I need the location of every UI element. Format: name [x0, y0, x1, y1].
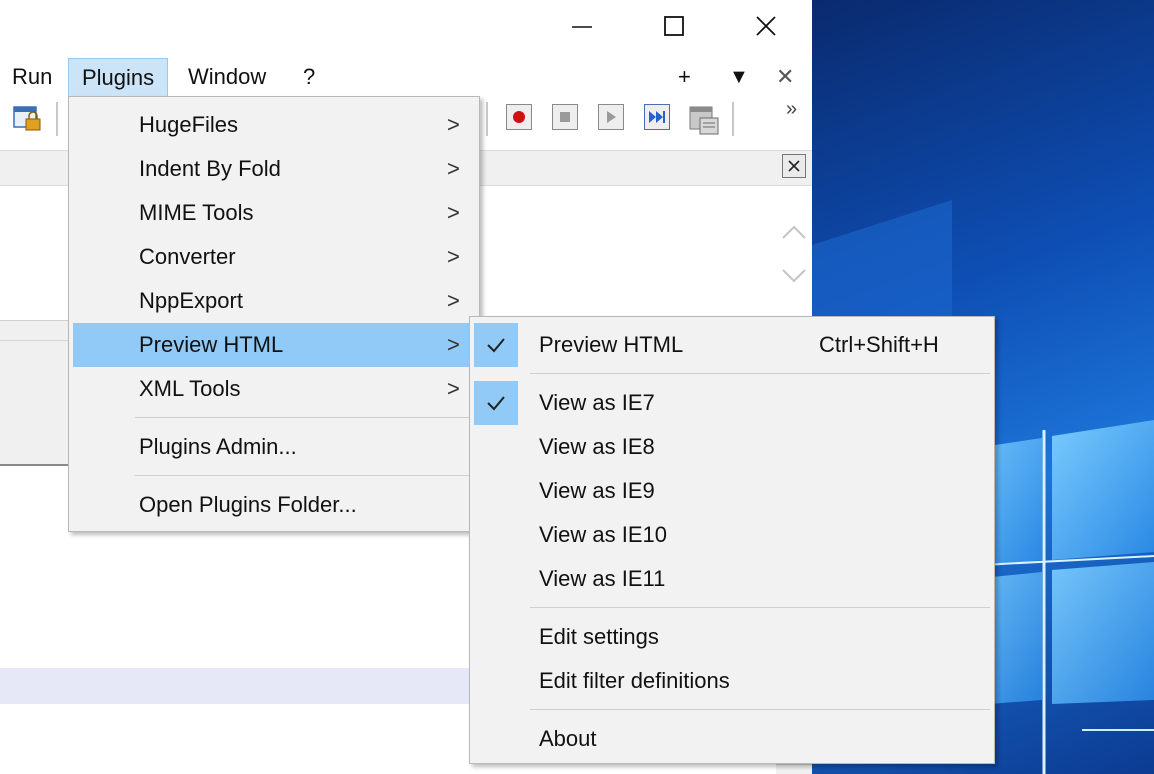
toolbar-separator: [56, 102, 58, 136]
close-icon: [787, 159, 801, 173]
menu-plugins[interactable]: Plugins: [68, 58, 168, 98]
menu-item-hugefiles[interactable]: HugeFiles >: [73, 103, 475, 147]
stop-recording-icon[interactable]: [552, 104, 578, 130]
tab-list-button[interactable]: ▼: [729, 58, 749, 96]
new-tab-button[interactable]: +: [678, 58, 691, 96]
menu-separator: [530, 709, 990, 710]
submenu-arrow-icon: >: [447, 367, 460, 411]
maximize-button[interactable]: [628, 0, 720, 52]
menu-item-view-ie9[interactable]: View as IE9: [474, 469, 990, 513]
menu-item-label: Indent By Fold: [139, 147, 281, 191]
chevron-up-icon: [781, 224, 807, 240]
minimize-button[interactable]: [536, 0, 628, 52]
menu-item-preview-html-toggle[interactable]: Preview HTML Ctrl+Shift+H: [474, 323, 990, 367]
menu-item-label: NppExport: [139, 279, 243, 323]
preview-html-submenu: Preview HTML Ctrl+Shift+H View as IE7 Vi…: [469, 316, 995, 764]
plugins-menu: HugeFiles > Indent By Fold > MIME Tools …: [68, 96, 480, 532]
menu-item-edit-filter-definitions[interactable]: Edit filter definitions: [474, 659, 990, 703]
menu-item-label: About: [539, 717, 597, 761]
chevron-down-icon: [781, 268, 807, 284]
submenu-arrow-icon: >: [447, 279, 460, 323]
submenu-arrow-icon: >: [447, 147, 460, 191]
menu-item-mime-tools[interactable]: MIME Tools >: [73, 191, 475, 235]
menu-item-label: Open Plugins Folder...: [139, 483, 357, 527]
menu-item-view-ie11[interactable]: View as IE11: [474, 557, 990, 601]
menu-item-label: XML Tools: [139, 367, 241, 411]
playback-icon[interactable]: [598, 104, 624, 130]
current-line-highlight: [0, 668, 472, 704]
checkmark-icon: [474, 323, 518, 367]
panel-close-button[interactable]: [782, 154, 806, 178]
shortcut-label: Ctrl+Shift+H: [819, 323, 939, 367]
menu-item-preview-html[interactable]: Preview HTML >: [73, 323, 475, 367]
submenu-arrow-icon: >: [447, 191, 460, 235]
menu-item-label: Converter: [139, 235, 236, 279]
lock-file-icon[interactable]: [12, 104, 44, 134]
menu-item-view-ie8[interactable]: View as IE8: [474, 425, 990, 469]
menu-separator: [530, 607, 990, 608]
menu-item-about[interactable]: About: [474, 717, 990, 761]
menu-run[interactable]: Run: [12, 58, 52, 96]
toolbar-overflow-button[interactable]: »: [786, 98, 797, 121]
menu-item-label: View as IE7: [539, 381, 655, 425]
menu-item-label: Edit settings: [539, 615, 659, 659]
record-macro-icon[interactable]: [506, 104, 532, 130]
menu-item-label: View as IE9: [539, 469, 655, 513]
menu-item-view-ie10[interactable]: View as IE10: [474, 513, 990, 557]
scroll-up-button[interactable]: [780, 218, 808, 246]
submenu-arrow-icon: >: [447, 103, 460, 147]
maximize-icon: [662, 14, 686, 38]
save-macro-icon[interactable]: [688, 104, 720, 136]
menu-item-label: View as IE11: [539, 557, 665, 601]
menu-item-label: Preview HTML: [139, 323, 283, 367]
menu-item-label: Plugins Admin...: [139, 425, 297, 469]
minimize-icon: [570, 14, 594, 38]
menu-separator: [135, 417, 475, 418]
close-window-button[interactable]: [720, 0, 812, 52]
menu-help[interactable]: ?: [303, 58, 315, 96]
scroll-down-button[interactable]: [780, 262, 808, 290]
submenu-arrow-icon: >: [447, 323, 460, 367]
menu-separator: [135, 475, 475, 476]
menu-item-indent-by-fold[interactable]: Indent By Fold >: [73, 147, 475, 191]
menu-item-label: Edit filter definitions: [539, 659, 730, 703]
toolbar-separator: [486, 102, 488, 136]
menu-item-label: MIME Tools: [139, 191, 254, 235]
run-multiple-icon[interactable]: [644, 104, 670, 130]
menu-item-label: View as IE10: [539, 513, 667, 557]
menu-item-nppexport[interactable]: NppExport >: [73, 279, 475, 323]
menu-item-xml-tools[interactable]: XML Tools >: [73, 367, 475, 411]
scrollbar-corner: [776, 764, 812, 774]
submenu-arrow-icon: >: [447, 235, 460, 279]
menu-item-label: HugeFiles: [139, 103, 238, 147]
toolbar-separator: [732, 102, 734, 136]
close-icon: [754, 14, 778, 38]
checkmark-icon: [474, 381, 518, 425]
menu-item-plugins-admin[interactable]: Plugins Admin...: [73, 425, 475, 469]
close-tab-button[interactable]: ✕: [776, 58, 794, 96]
menu-item-open-plugins-folder[interactable]: Open Plugins Folder...: [73, 483, 475, 527]
menu-item-label: Preview HTML: [539, 323, 683, 367]
menu-window[interactable]: Window: [188, 58, 266, 96]
menu-item-converter[interactable]: Converter >: [73, 235, 475, 279]
menu-item-edit-settings[interactable]: Edit settings: [474, 615, 990, 659]
menu-item-label: View as IE8: [539, 425, 655, 469]
menu-separator: [530, 373, 990, 374]
window-controls: [536, 0, 812, 52]
menu-item-view-ie7[interactable]: View as IE7: [474, 381, 990, 425]
